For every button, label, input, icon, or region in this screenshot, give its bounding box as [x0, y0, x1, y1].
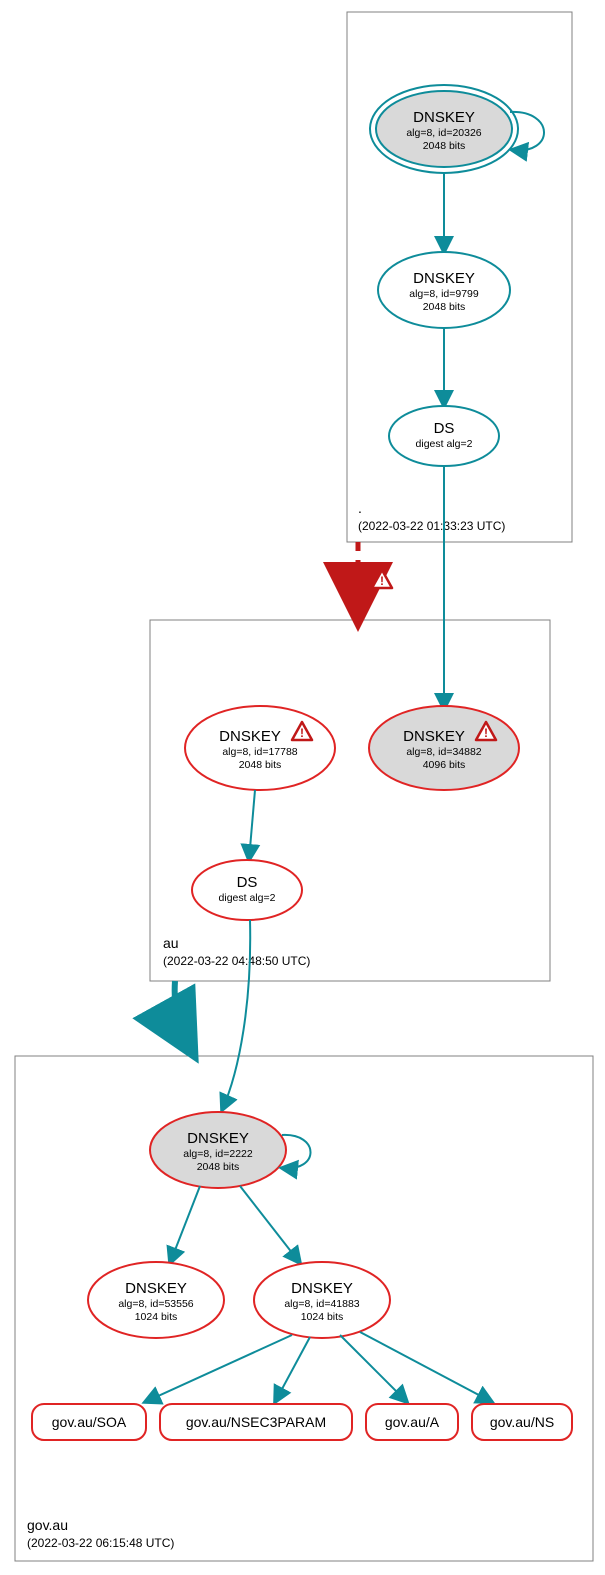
- rrset-label: gov.au/NS: [490, 1414, 554, 1430]
- node-au-zsk: DNSKEY alg=8, id=17788 2048 bits: [185, 706, 335, 790]
- edge-zsk2-ns: [360, 1332, 492, 1402]
- svg-text:!: !: [300, 726, 304, 740]
- node-label: DNSKEY: [219, 728, 281, 745]
- warning-icon: !: [372, 570, 392, 588]
- rrset-ns: gov.au/NS: [472, 1404, 572, 1440]
- node-label: DNSKEY: [125, 1280, 187, 1297]
- node-sub: digest alg=2: [219, 892, 276, 904]
- node-sub: 4096 bits: [423, 759, 466, 771]
- rrset-label: gov.au/SOA: [52, 1414, 127, 1430]
- edge-govksk-zsk2: [240, 1186, 300, 1263]
- node-sub: 2048 bits: [239, 759, 282, 771]
- svg-text:!: !: [484, 726, 488, 740]
- node-root-ds: DS digest alg=2: [389, 406, 499, 466]
- node-sub: 2048 bits: [423, 140, 466, 152]
- zone-au-timestamp: (2022-03-22 04:48:50 UTC): [163, 954, 310, 968]
- node-au-ds: DS digest alg=2: [192, 860, 302, 920]
- edge-au-gov-thick: [175, 981, 190, 1048]
- node-label: DNSKEY: [413, 109, 475, 126]
- node-gov-ksk: DNSKEY alg=8, id=2222 2048 bits: [150, 1112, 286, 1188]
- edge-auds-govksk: [222, 920, 250, 1110]
- node-sub: 2048 bits: [197, 1161, 240, 1173]
- node-sub: alg=8, id=34882: [406, 746, 481, 758]
- node-root-ksk: DNSKEY alg=8, id=20326 2048 bits: [370, 85, 518, 173]
- edge-govksk-zsk1: [170, 1186, 200, 1263]
- node-sub: 1024 bits: [135, 1311, 178, 1323]
- node-label: DS: [237, 874, 258, 891]
- node-label: DS: [434, 420, 455, 437]
- node-sub: alg=8, id=2222: [183, 1148, 253, 1160]
- node-label: DNSKEY: [291, 1280, 353, 1297]
- rrset-label: gov.au/NSEC3PARAM: [186, 1414, 326, 1430]
- node-gov-zsk1: DNSKEY alg=8, id=53556 1024 bits: [88, 1262, 224, 1338]
- node-label: DNSKEY: [413, 270, 475, 287]
- rrset-label: gov.au/A: [385, 1414, 440, 1430]
- edge-auzsk-auds: [249, 790, 255, 860]
- zone-root-timestamp: (2022-03-22 01:33:23 UTC): [358, 519, 505, 533]
- node-sub: alg=8, id=9799: [409, 288, 479, 300]
- zone-govau-name: gov.au: [27, 1517, 68, 1533]
- node-root-zsk: DNSKEY alg=8, id=9799 2048 bits: [378, 252, 510, 328]
- svg-text:!: !: [380, 574, 384, 588]
- edge-zsk2-nsec3: [275, 1337, 310, 1402]
- node-sub: digest alg=2: [416, 438, 473, 450]
- rrset-nsec3param: gov.au/NSEC3PARAM: [160, 1404, 352, 1440]
- node-sub: 1024 bits: [301, 1311, 344, 1323]
- zone-govau-timestamp: (2022-03-22 06:15:48 UTC): [27, 1536, 174, 1550]
- node-sub: 2048 bits: [423, 301, 466, 313]
- zone-au: au (2022-03-22 04:48:50 UTC): [150, 620, 550, 981]
- node-sub: alg=8, id=20326: [406, 127, 481, 139]
- rrset-soa: gov.au/SOA: [32, 1404, 146, 1440]
- node-label: DNSKEY: [187, 1130, 249, 1147]
- node-au-ksk: DNSKEY alg=8, id=34882 4096 bits: [369, 706, 519, 790]
- node-gov-zsk2: DNSKEY alg=8, id=41883 1024 bits: [254, 1262, 390, 1338]
- edge-zsk2-a: [340, 1335, 407, 1402]
- node-label: DNSKEY: [403, 728, 465, 745]
- rrset-a: gov.au/A: [366, 1404, 458, 1440]
- node-sub: alg=8, id=41883: [284, 1298, 359, 1310]
- zone-root-name: .: [358, 500, 362, 516]
- node-sub: alg=8, id=17788: [222, 746, 297, 758]
- edge-zsk2-soa: [145, 1335, 292, 1402]
- zone-au-name: au: [163, 935, 179, 951]
- node-sub: alg=8, id=53556: [118, 1298, 193, 1310]
